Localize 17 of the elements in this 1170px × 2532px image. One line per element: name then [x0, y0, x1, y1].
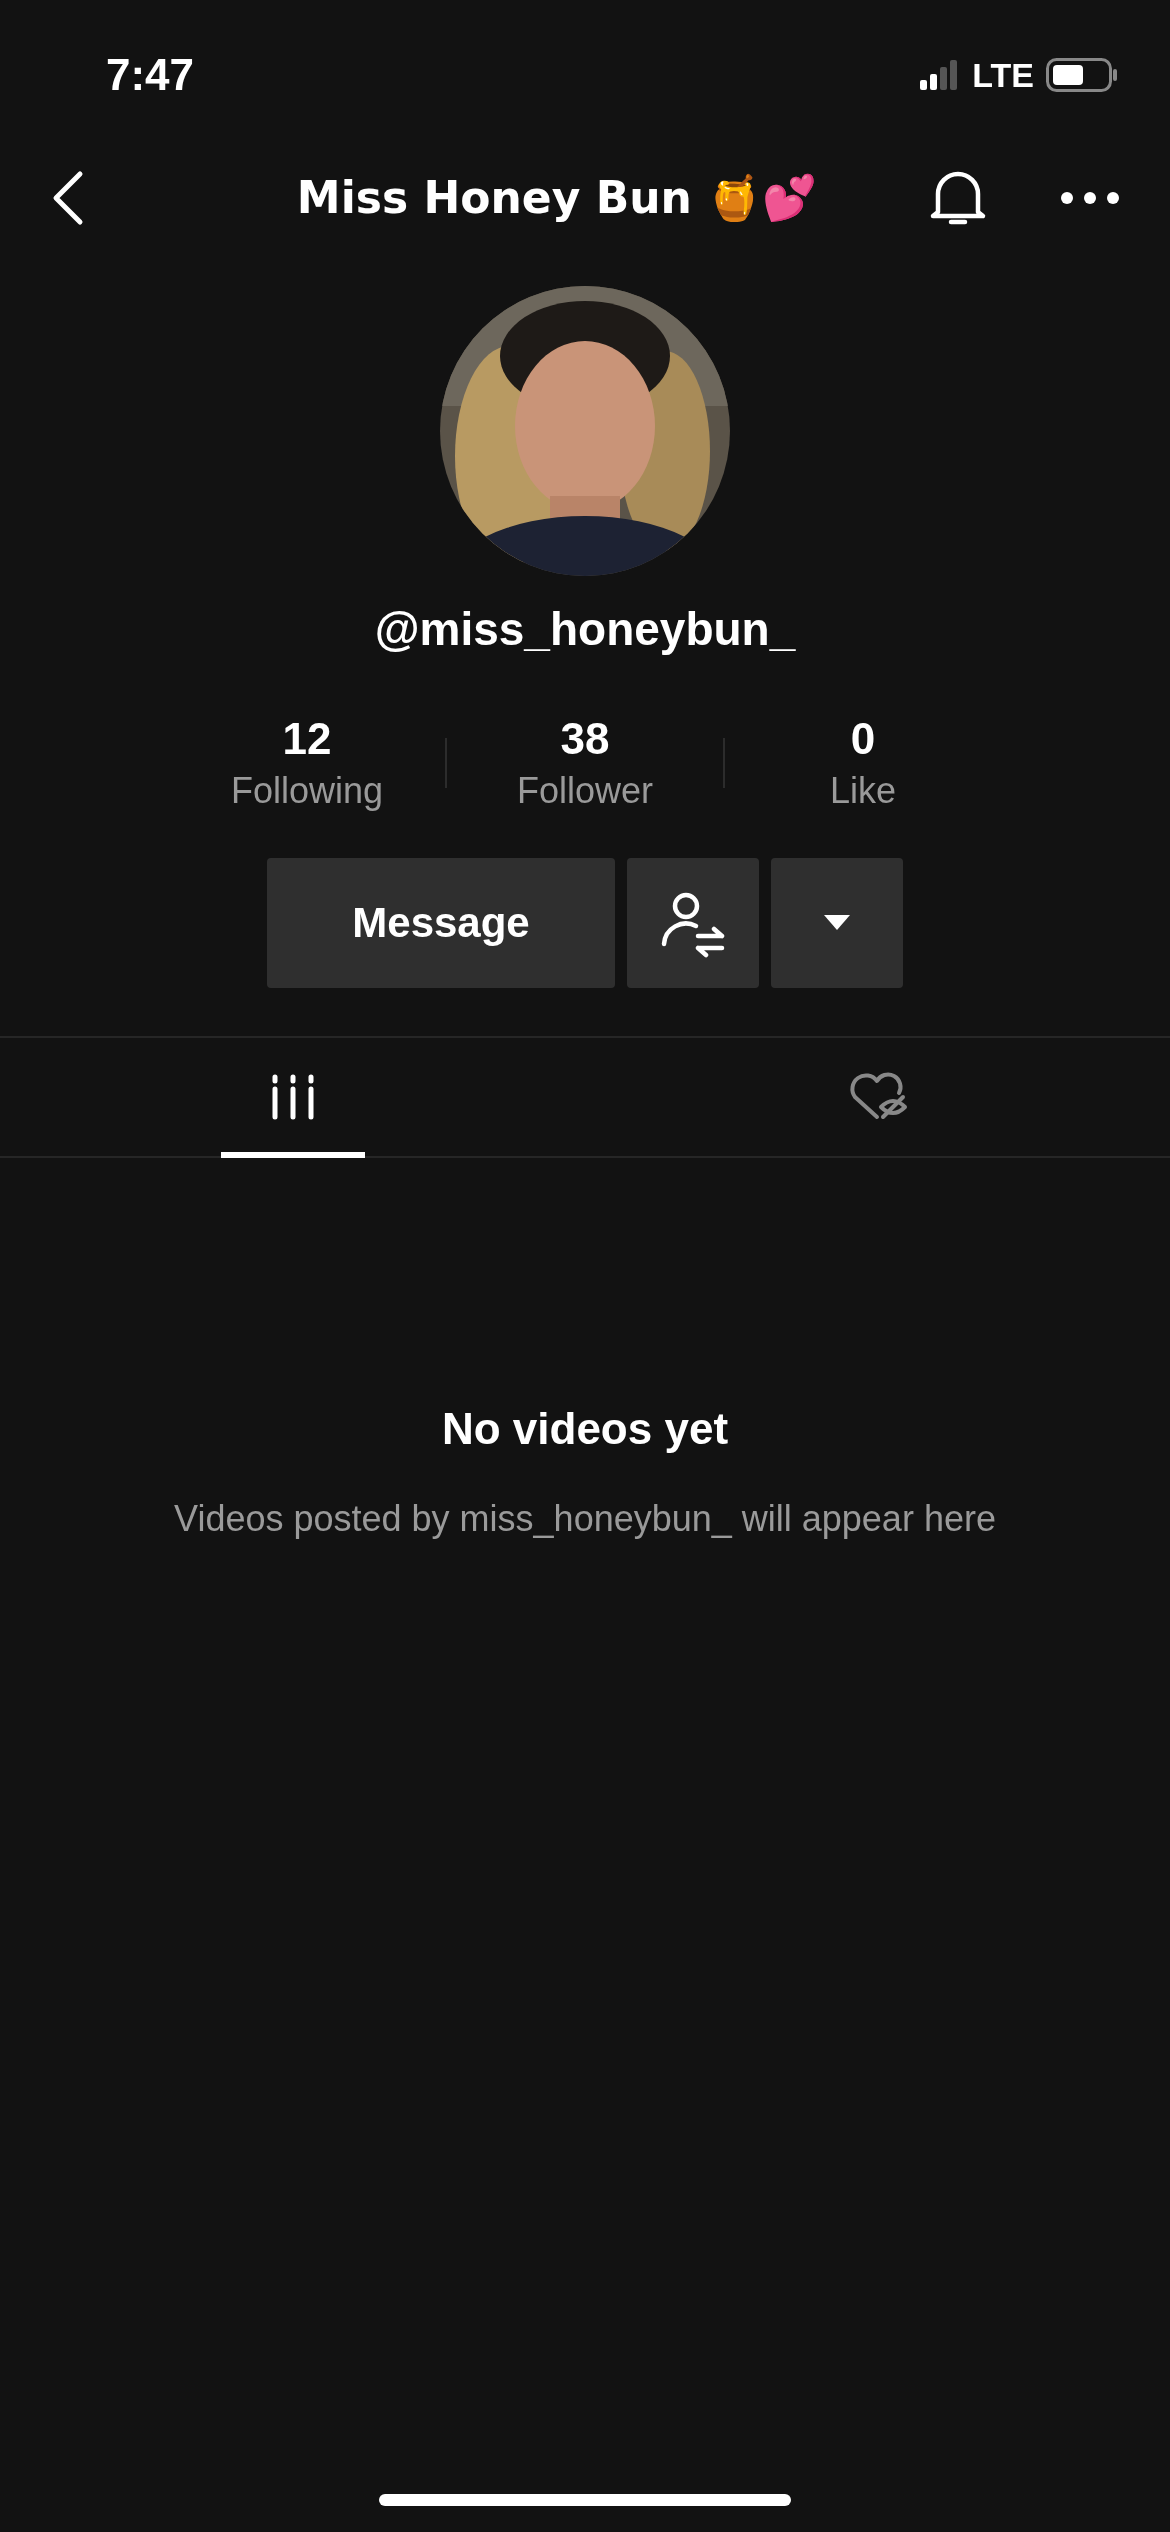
empty-title: No videos yet [441, 1404, 729, 1454]
more-icon[interactable] [1060, 191, 1120, 205]
status-time: 7:47 [106, 50, 195, 100]
caret-icon [824, 915, 850, 931]
battery-icon [1046, 58, 1118, 92]
stat-count: 0 [850, 714, 876, 764]
stat-label: Follower [516, 770, 653, 812]
username: @miss_honeybun_ [374, 602, 796, 656]
network-label: LTE [972, 55, 1034, 95]
stat-count: 12 [282, 714, 332, 764]
stat-count: 38 [560, 714, 610, 764]
profile-title: Miss Honey Bun 🍯💕 [295, 172, 819, 224]
stat-label: Following [230, 770, 384, 812]
empty-message: Videos posted by miss_honeybun_ will appear here [174, 1498, 996, 1540]
message-button[interactable]: Message [267, 858, 615, 988]
friends-button[interactable] [627, 858, 759, 988]
stat-label: Like [829, 770, 896, 812]
